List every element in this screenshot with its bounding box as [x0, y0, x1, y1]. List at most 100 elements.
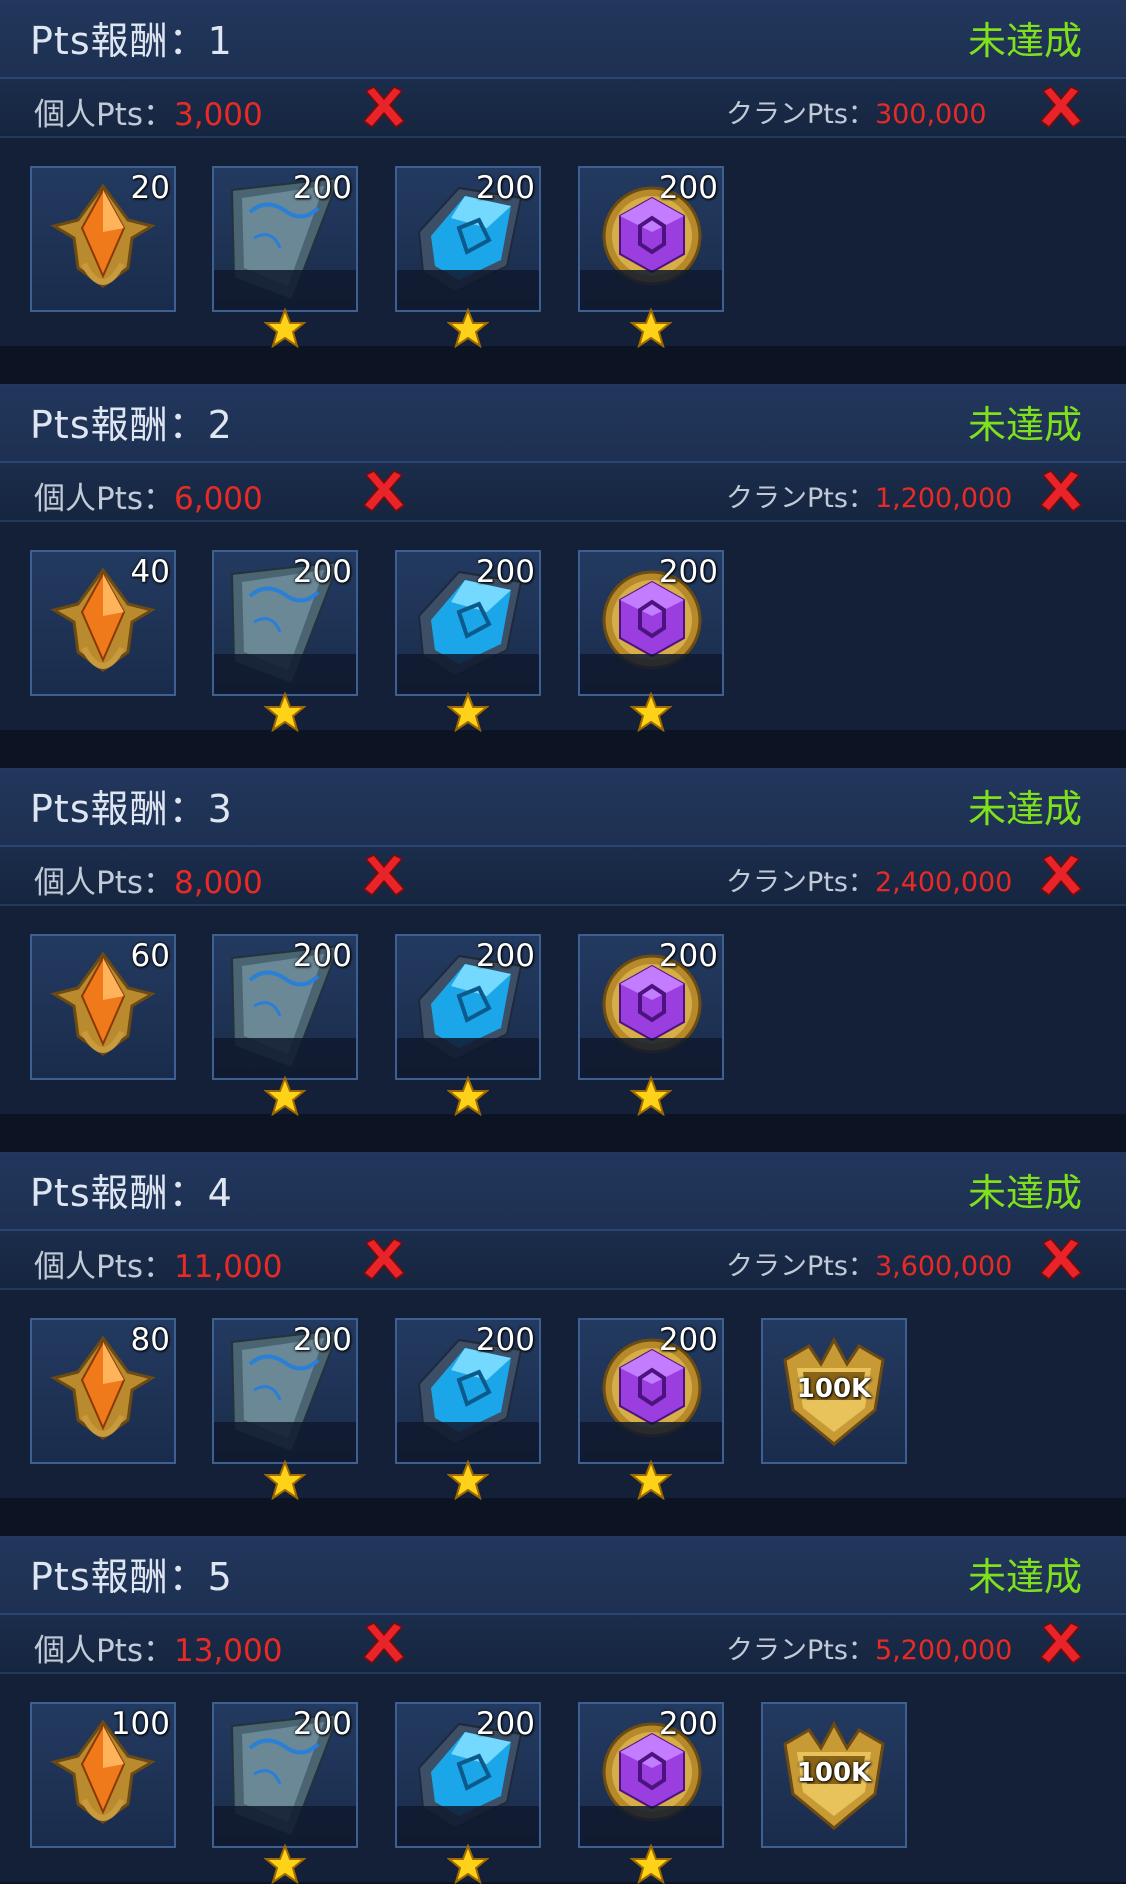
- rarity-band: [580, 1038, 722, 1078]
- badge-label: 100K: [796, 1374, 872, 1404]
- clan-pts-requirement: クランPts：2,400,000: [726, 860, 1012, 899]
- cross-icon: [1037, 83, 1085, 131]
- tier-header: Pts報酬：5 未達成: [0, 1536, 1126, 1615]
- reward-item-slot[interactable]: 100: [30, 1702, 176, 1848]
- rarity-band: [214, 1422, 356, 1462]
- status-label: 未達成: [967, 19, 1082, 63]
- rarity-band: [214, 270, 356, 310]
- personal-pts-requirement: 個人Pts：8,000: [34, 857, 263, 902]
- rarity-band: [397, 1806, 539, 1846]
- reward-items: 20 200 200 200: [0, 136, 1126, 348]
- clan-pts-label: クランPts：: [726, 1635, 875, 1666]
- reward-item-slot[interactable]: 200: [578, 1318, 724, 1500]
- clan-pts-value: 5,200,000: [874, 1635, 1013, 1666]
- requirement-row: 個人Pts：6,000 クランPts：1,200,000: [0, 463, 1126, 522]
- reward-item-slot[interactable]: 100K: [761, 1318, 907, 1464]
- reward-item-slot[interactable]: 200: [395, 1318, 541, 1500]
- reward-item-slot[interactable]: 100K: [761, 1702, 907, 1848]
- reward-item-slot[interactable]: 200: [212, 934, 358, 1116]
- reward-item-slot[interactable]: 200: [578, 1702, 724, 1884]
- cross-icon: [360, 1235, 408, 1283]
- personal-pts-requirement: 個人Pts：13,000: [34, 1625, 282, 1670]
- clan-pts-requirement: クランPts：1,200,000: [726, 476, 1012, 515]
- reward-items: 100 200 200 200 100K: [0, 1672, 1126, 1884]
- personal-pts-value: 6,000: [174, 481, 263, 517]
- reward-item-slot[interactable]: 200: [212, 166, 358, 348]
- requirement-row: 個人Pts：8,000 クランPts：2,400,000: [0, 847, 1126, 906]
- reward-item-slot[interactable]: 200: [395, 934, 541, 1116]
- requirement-row: 個人Pts：13,000 クランPts：5,200,000: [0, 1615, 1126, 1674]
- item-count: 200: [292, 1706, 352, 1742]
- badge-label: 100K: [796, 1758, 872, 1788]
- item-count: 200: [475, 1322, 535, 1358]
- item-count: 80: [130, 1322, 170, 1358]
- cross-icon: [1037, 1235, 1085, 1283]
- rarity-band: [214, 654, 356, 694]
- reward-item-slot[interactable]: 200: [212, 1702, 358, 1884]
- tier-header: Pts報酬：3 未達成: [0, 768, 1126, 847]
- rarity-band: [580, 270, 722, 310]
- reward-item-slot[interactable]: 200: [395, 1702, 541, 1884]
- reward-items: 40 200 200 200: [0, 520, 1126, 732]
- tier-title: Pts報酬：5: [30, 1555, 233, 1599]
- tier-title: Pts報酬：4: [30, 1171, 233, 1215]
- item-count: 200: [292, 938, 352, 974]
- status-label: 未達成: [967, 1555, 1082, 1599]
- item-count: 20: [130, 170, 170, 206]
- reward-item-slot[interactable]: 200: [578, 166, 724, 348]
- reward-item-slot[interactable]: 40: [30, 550, 176, 696]
- tier-header: Pts報酬：1 未達成: [0, 0, 1126, 79]
- cross-icon: [1037, 1619, 1085, 1667]
- item-count: 200: [292, 170, 352, 206]
- item-count: 200: [292, 1322, 352, 1358]
- personal-pts-requirement: 個人Pts：6,000: [34, 473, 263, 518]
- tier-title: Pts報酬：2: [30, 403, 233, 447]
- personal-pts-label: 個人Pts：: [34, 481, 174, 517]
- reward-item-slot[interactable]: 200: [212, 550, 358, 732]
- status-label: 未達成: [967, 1171, 1082, 1215]
- item-count: 200: [475, 170, 535, 206]
- status-label: 未達成: [967, 787, 1082, 831]
- rarity-band: [214, 1806, 356, 1846]
- item-count: 200: [475, 1706, 535, 1742]
- reward-tier-2: Pts報酬：2 未達成 個人Pts：6,000 クランPts：1,200,000…: [0, 384, 1126, 732]
- item-count: 100: [110, 1706, 170, 1742]
- reward-item-slot[interactable]: 80: [30, 1318, 176, 1464]
- personal-pts-value: 3,000: [174, 97, 263, 133]
- clan-pts-label: クランPts：: [726, 867, 875, 898]
- rarity-band: [397, 270, 539, 310]
- cross-icon: [360, 83, 408, 131]
- personal-pts-label: 個人Pts：: [34, 97, 174, 133]
- reward-item-slot[interactable]: 200: [578, 934, 724, 1116]
- personal-pts-value: 8,000: [174, 865, 263, 901]
- reward-item-slot[interactable]: 200: [212, 1318, 358, 1500]
- item-count: 60: [130, 938, 170, 974]
- reward-item-slot[interactable]: 200: [578, 550, 724, 732]
- item-count: 40: [130, 554, 170, 590]
- requirement-row: 個人Pts：3,000 クランPts：300,000: [0, 79, 1126, 138]
- cross-icon: [1037, 467, 1085, 515]
- reward-item-slot[interactable]: 60: [30, 934, 176, 1080]
- personal-pts-requirement: 個人Pts：3,000: [34, 89, 263, 134]
- clan-pts-label: クランPts：: [726, 483, 875, 514]
- cross-icon: [1037, 851, 1085, 899]
- personal-pts-requirement: 個人Pts：11,000: [34, 1241, 282, 1286]
- clan-pts-requirement: クランPts：5,200,000: [726, 1628, 1012, 1667]
- personal-pts-value: 11,000: [174, 1249, 283, 1285]
- item-count: 200: [475, 554, 535, 590]
- reward-item-slot[interactable]: 200: [395, 166, 541, 348]
- reward-item-slot[interactable]: 200: [395, 550, 541, 732]
- rarity-band: [580, 1806, 722, 1846]
- clan-pts-label: クランPts：: [726, 1251, 875, 1282]
- tier-title: Pts報酬：3: [30, 787, 233, 831]
- personal-pts-value: 13,000: [174, 1633, 283, 1669]
- reward-tier-5: Pts報酬：5 未達成 個人Pts：13,000 クランPts：5,200,00…: [0, 1536, 1126, 1884]
- reward-tier-4: Pts報酬：4 未達成 個人Pts：11,000 クランPts：3,600,00…: [0, 1152, 1126, 1500]
- tier-header: Pts報酬：4 未達成: [0, 1152, 1126, 1231]
- reward-item-slot[interactable]: 20: [30, 166, 176, 312]
- personal-pts-label: 個人Pts：: [34, 1633, 174, 1669]
- clan-pts-value: 2,400,000: [874, 867, 1013, 898]
- clan-pts-requirement: クランPts：300,000: [726, 92, 987, 131]
- cross-icon: [360, 851, 408, 899]
- tier-title: Pts報酬：1: [30, 19, 233, 63]
